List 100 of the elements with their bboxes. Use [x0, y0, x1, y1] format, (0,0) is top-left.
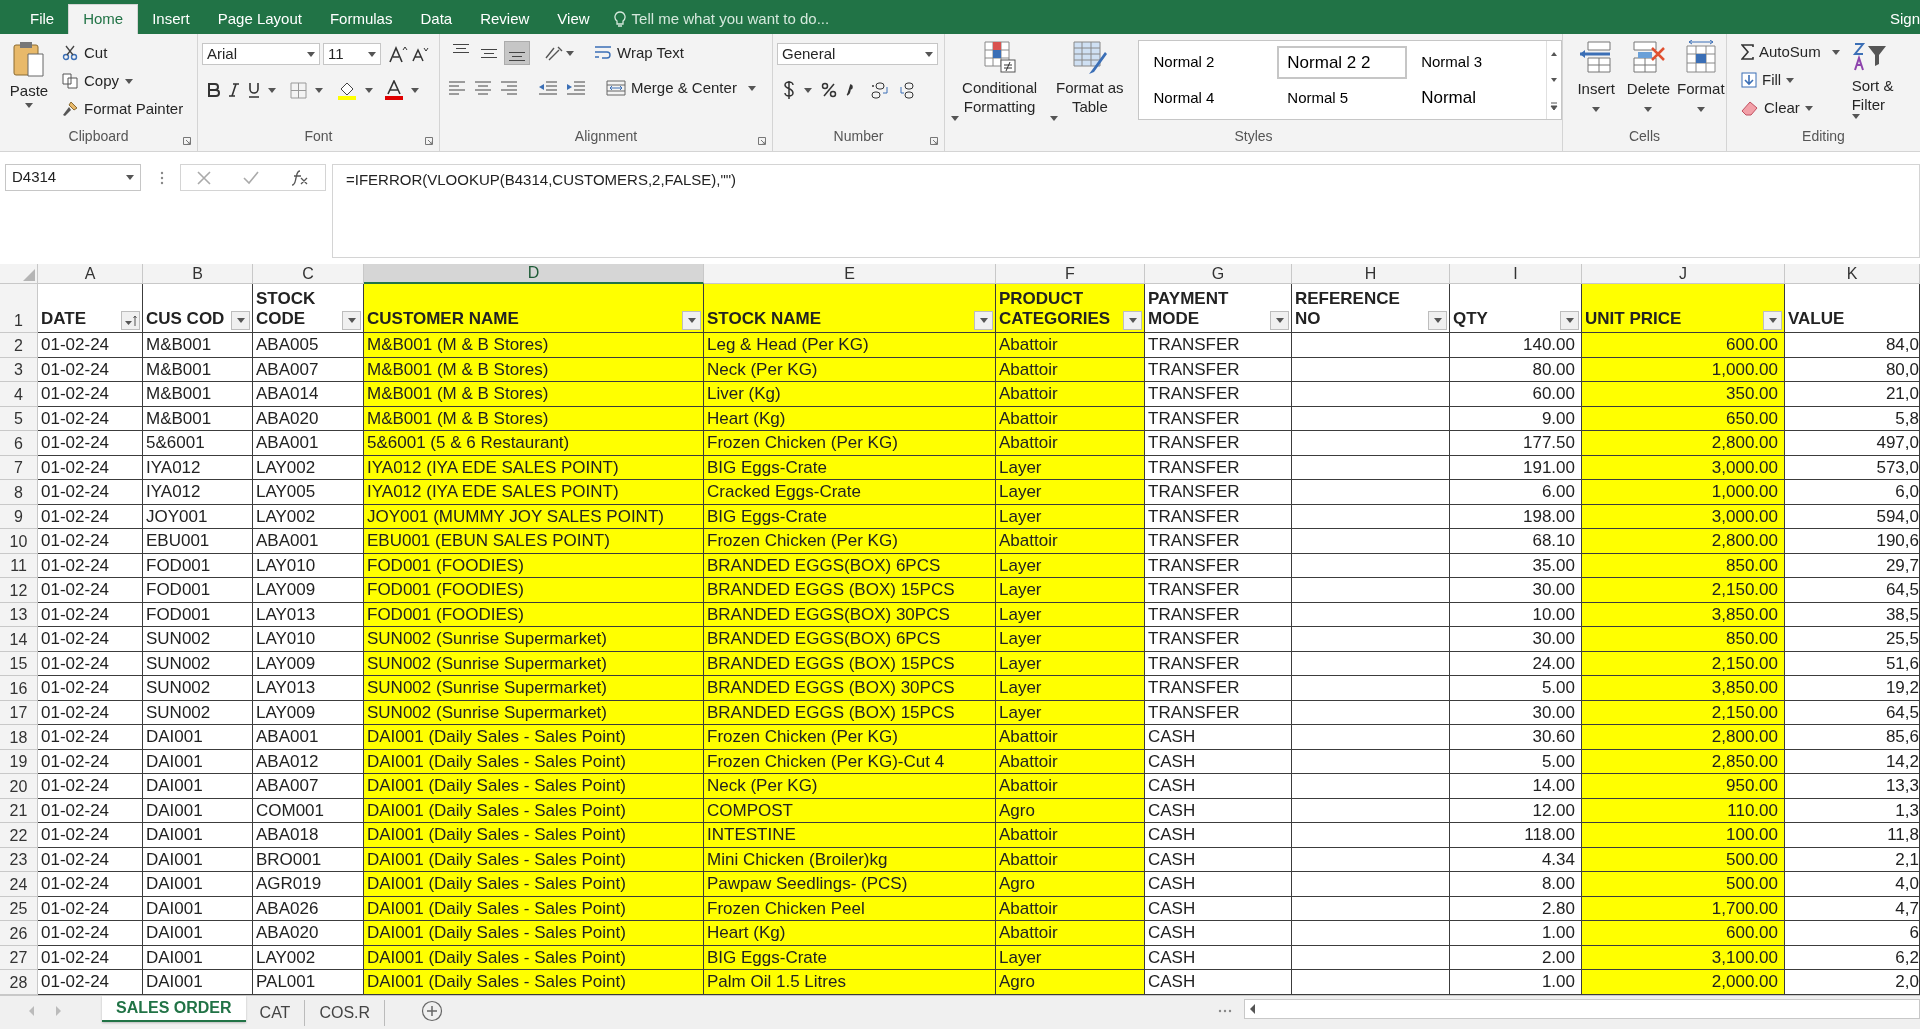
row-number[interactable]: 11 — [0, 553, 38, 578]
borders-icon[interactable] — [290, 81, 307, 99]
column-letter[interactable]: A — [38, 264, 143, 284]
increase-font-size-icon[interactable] — [388, 45, 408, 63]
fill-button[interactable]: Fill — [1741, 68, 1840, 92]
column-letter[interactable]: E — [704, 264, 996, 284]
sign-in-link[interactable]: Sign — [1889, 4, 1920, 34]
font-size-field[interactable]: 11 — [323, 43, 381, 65]
column-letter[interactable]: G — [1145, 264, 1292, 284]
decrease-indent-icon[interactable] — [538, 80, 558, 97]
drag-handle-icon[interactable] — [1218, 1008, 1233, 1013]
filter-dropdown[interactable] — [1270, 311, 1289, 330]
row-number[interactable]: 18 — [0, 725, 38, 750]
filter-dropdown[interactable] — [342, 311, 361, 330]
column-letter[interactable]: F — [996, 264, 1145, 284]
currency-icon[interactable] — [783, 80, 795, 100]
insert-cells-button[interactable]: Insert — [1571, 40, 1622, 112]
cell-style-option[interactable]: Normal 3 — [1411, 46, 1541, 79]
row-number[interactable]: 7 — [0, 455, 38, 480]
font-color-icon[interactable] — [385, 80, 403, 100]
font-name-field[interactable]: Arial — [202, 43, 320, 65]
orientation-icon[interactable] — [544, 44, 564, 62]
cell-style-option[interactable]: Normal 4 — [1143, 81, 1274, 114]
row-number[interactable]: 20 — [0, 774, 38, 799]
row-number[interactable]: 5 — [0, 406, 38, 431]
fill-color-icon[interactable] — [337, 80, 357, 100]
cell-style-option[interactable]: Normal — [1411, 81, 1541, 114]
format-as-table-button[interactable]: Format as Table — [1050, 40, 1130, 121]
row-number[interactable]: 13 — [0, 602, 38, 627]
row-number[interactable]: 22 — [0, 823, 38, 848]
tell-me-field[interactable]: Tell me what you want to do... — [613, 4, 830, 34]
bold-icon[interactable] — [208, 83, 220, 97]
row-number[interactable]: 4 — [0, 382, 38, 407]
clear-button[interactable]: Clear — [1741, 96, 1840, 120]
autosum-button[interactable]: AutoSum — [1741, 40, 1840, 64]
ribbon-tab[interactable]: Home — [68, 4, 139, 34]
paste-button[interactable]: Paste — [6, 40, 52, 122]
row-number[interactable]: 10 — [0, 529, 38, 554]
dialog-launcher-icon[interactable] — [183, 137, 191, 145]
decrease-font-size-icon[interactable] — [411, 46, 429, 62]
cell-style-option[interactable]: Normal 5 — [1277, 81, 1408, 114]
cell-style-option[interactable]: Normal 2 2 — [1277, 46, 1408, 79]
increase-indent-icon[interactable] — [566, 80, 586, 97]
italic-icon[interactable] — [228, 83, 240, 97]
sheet-tab[interactable]: CAT — [245, 999, 306, 1026]
dialog-launcher-icon[interactable] — [930, 137, 938, 145]
underline-icon[interactable] — [248, 82, 260, 98]
filter-dropdown[interactable] — [231, 311, 250, 330]
filter-dropdown[interactable] — [682, 311, 701, 330]
filter-dropdown[interactable] — [1428, 311, 1447, 330]
ribbon-tab[interactable]: Page Layout — [203, 4, 316, 34]
cut-button[interactable]: Cut — [62, 42, 184, 64]
filter-dropdown[interactable] — [1763, 311, 1782, 330]
row-number[interactable]: 12 — [0, 578, 38, 603]
row-number[interactable]: 6 — [0, 431, 38, 456]
format-cells-button[interactable]: Format — [1675, 40, 1726, 112]
column-letter[interactable]: D — [364, 264, 704, 284]
horizontal-scrollbar[interactable] — [1244, 998, 1920, 1019]
row-number[interactable]: 23 — [0, 847, 38, 872]
row-number[interactable]: 19 — [0, 749, 38, 774]
row-number[interactable]: 8 — [0, 480, 38, 505]
scroll-left-icon[interactable] — [1249, 1003, 1258, 1014]
ribbon-tab[interactable]: File — [16, 4, 69, 34]
ribbon-tab[interactable]: View — [543, 4, 604, 34]
column-letter[interactable]: C — [253, 264, 364, 284]
filter-dropdown[interactable] — [1560, 311, 1579, 330]
copy-button[interactable]: Copy — [62, 70, 184, 92]
row-number[interactable]: 24 — [0, 872, 38, 897]
ribbon-tab[interactable]: Formulas — [315, 4, 407, 34]
dialog-launcher-icon[interactable] — [758, 137, 766, 145]
row-number[interactable]: 16 — [0, 676, 38, 701]
row-number[interactable]: 27 — [0, 945, 38, 970]
add-sheet-icon[interactable] — [421, 999, 444, 1022]
column-letter[interactable]: I — [1450, 264, 1582, 284]
wrap-text-button[interactable]: Wrap Text — [594, 41, 684, 65]
number-format-field[interactable]: General — [777, 43, 938, 65]
column-letter[interactable]: J — [1582, 264, 1785, 284]
row-number[interactable]: 9 — [0, 504, 38, 529]
ribbon-tab[interactable]: Review — [466, 4, 544, 34]
increase-decimal-icon[interactable] — [869, 81, 889, 99]
column-letter[interactable]: K — [1785, 264, 1920, 284]
ribbon-tab[interactable]: Insert — [138, 4, 204, 34]
ribbon-tab[interactable]: Data — [406, 4, 467, 34]
row-number[interactable]: 25 — [0, 896, 38, 921]
formula-field[interactable]: =IFERROR(VLOOKUP(B4314,CUSTOMERS,2,FALSE),"") — [332, 164, 1920, 258]
column-letter[interactable]: H — [1292, 264, 1450, 284]
row-number[interactable]: 15 — [0, 651, 38, 676]
merge-center-button[interactable]: Merge & Center — [606, 77, 756, 100]
sort-filter-button[interactable]: Sort & Filter — [1851, 40, 1910, 119]
row-number[interactable]: 28 — [0, 970, 38, 995]
insert-function-icon[interactable] — [291, 169, 309, 186]
dialog-launcher-icon[interactable] — [425, 137, 433, 145]
cell-style-option[interactable]: Normal 2 — [1143, 46, 1274, 79]
row-number[interactable]: 3 — [0, 357, 38, 382]
row-number[interactable]: 14 — [0, 627, 38, 652]
column-letter[interactable]: B — [143, 264, 253, 284]
row-number[interactable]: 21 — [0, 798, 38, 823]
conditional-formatting-button[interactable]: Conditional Formatting — [951, 40, 1049, 121]
vertical-align-button[interactable] — [504, 41, 530, 65]
sheet-tab[interactable]: SALES ORDER — [102, 995, 246, 1022]
